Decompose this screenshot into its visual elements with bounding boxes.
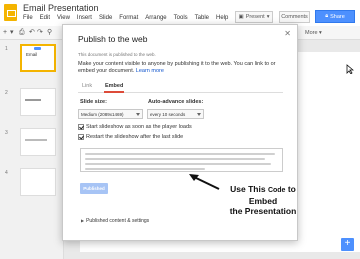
publish-tabs: Link Embed [78, 82, 283, 93]
menu-item-slide[interactable]: Slide [99, 15, 112, 21]
slide-thumbnail-2[interactable] [20, 88, 56, 116]
present-icon: ▣ [238, 14, 244, 20]
tab-embed[interactable]: Embed [104, 83, 125, 93]
slide-number: 3 [5, 130, 8, 136]
undo-icon[interactable]: ↶ [29, 28, 35, 37]
comments-button[interactable]: Comments [279, 11, 310, 23]
slides-logo-icon[interactable] [4, 4, 17, 21]
thumbnail-text-line [25, 99, 41, 101]
redo-icon[interactable]: ↷ [37, 28, 43, 37]
slide-number: 4 [5, 170, 8, 176]
chevron-down-icon [136, 113, 140, 116]
menu-item-view[interactable]: View [57, 15, 70, 21]
tab-link[interactable]: Link [82, 83, 92, 89]
menu-item-arrange[interactable]: Arrange [145, 15, 166, 21]
restart-slideshow-label: Restart the slideshow after the last sli… [86, 134, 184, 140]
share-label: Share [330, 13, 345, 20]
auto-advance-value: every 10 seconds [150, 112, 186, 117]
blurred-code-line [85, 158, 265, 160]
chevron-down-icon: ▾ [266, 14, 270, 20]
slide-size-label: Slide size: [80, 99, 107, 105]
restart-slideshow-checkbox[interactable] [78, 134, 84, 140]
start-slideshow-checkbox[interactable] [78, 124, 84, 130]
menu-bar: File Edit View Insert Slide Format Arrange Tool… [23, 15, 244, 21]
description-text: Make your content visible to anyone by p… [78, 61, 276, 74]
present-label: Present [245, 14, 265, 20]
slides-app: Email Presentation File Edit View Insert Sli… [0, 0, 360, 259]
expand-triangle-icon: ▶ [81, 218, 85, 223]
chevron-down-icon[interactable]: ▾ [10, 28, 14, 37]
slide-number: 1 [5, 46, 8, 52]
share-button[interactable]: 🔒︎ Share [315, 10, 355, 23]
menu-item-insert[interactable]: Insert [77, 15, 92, 21]
published-settings-label: Published content & settings [86, 218, 150, 224]
learn-more-link[interactable]: Learn more [136, 68, 164, 74]
auto-advance-select[interactable]: every 10 seconds [147, 109, 204, 119]
slide-size-value: Medium (2089x1469) [81, 112, 124, 117]
thumbnail-text-line [25, 139, 47, 141]
published-button[interactable]: Published [80, 183, 108, 194]
print-icon[interactable]: ⎙ [19, 28, 25, 37]
document-title[interactable]: Email Presentation [23, 3, 99, 13]
menu-item-file[interactable]: File [23, 15, 33, 21]
close-icon[interactable]: ✕ [284, 29, 291, 38]
top-bar: Email Presentation File Edit View Insert Sli… [0, 0, 360, 26]
add-button[interactable]: + [341, 238, 354, 251]
mouse-cursor-icon [346, 64, 354, 74]
slide-thumbnail-1[interactable]: Email [20, 44, 56, 72]
menu-item-help[interactable]: Help [216, 15, 228, 21]
paint-format-icon[interactable]: ⚲ [47, 28, 52, 37]
restart-slideshow-option: Restart the slideshow after the last sli… [78, 133, 183, 141]
embed-code-textarea[interactable] [80, 148, 283, 172]
menu-item-format[interactable]: Format [119, 15, 138, 21]
blurred-code-line [85, 168, 205, 170]
blurred-code-line [85, 153, 275, 155]
dialog-description: Make your content visible to anyone by p… [78, 61, 288, 75]
new-slide-icon[interactable]: + [3, 28, 7, 37]
annotation-text-part: Use This [230, 184, 266, 194]
menu-item-table[interactable]: Table [195, 15, 209, 21]
slide-thumbnail-title: Email [26, 52, 38, 57]
auto-advance-label: Auto-advance slides: [148, 99, 204, 105]
published-settings-toggle[interactable]: ▶ Published content & settings [81, 218, 149, 224]
annotation-text-line2: the Presentation [229, 206, 297, 216]
blurred-code-line [85, 163, 271, 165]
slide-number: 2 [5, 90, 8, 96]
slide-size-select[interactable]: Medium (2089x1469) [78, 109, 143, 119]
annotation-code-word: Code [267, 187, 286, 194]
chevron-down-icon [197, 113, 201, 116]
annotation-text: Use This Code to Embed the Presentation [218, 184, 308, 216]
present-button[interactable]: ▣ Present ▾ [235, 11, 273, 23]
slide-filmstrip: 1 Email 2 3 4 [0, 40, 64, 259]
slide-thumbnail-4[interactable] [20, 168, 56, 196]
more-label: More [305, 30, 318, 36]
annotation-arrow-icon [189, 174, 220, 190]
thumbnail-graphic [34, 47, 41, 50]
start-slideshow-option: Start slideshow as soon as the player lo… [78, 123, 192, 131]
dialog-title: Publish to the web [78, 34, 148, 44]
more-button[interactable]: More ▾ [305, 30, 322, 36]
lock-icon: 🔒︎ [325, 13, 329, 19]
start-slideshow-label: Start slideshow as soon as the player lo… [86, 124, 192, 130]
slide-thumbnail-3[interactable] [20, 128, 56, 156]
published-note: This document is published to the web. [78, 52, 156, 57]
menu-item-tools[interactable]: Tools [174, 15, 188, 21]
menu-item-edit[interactable]: Edit [40, 15, 50, 21]
